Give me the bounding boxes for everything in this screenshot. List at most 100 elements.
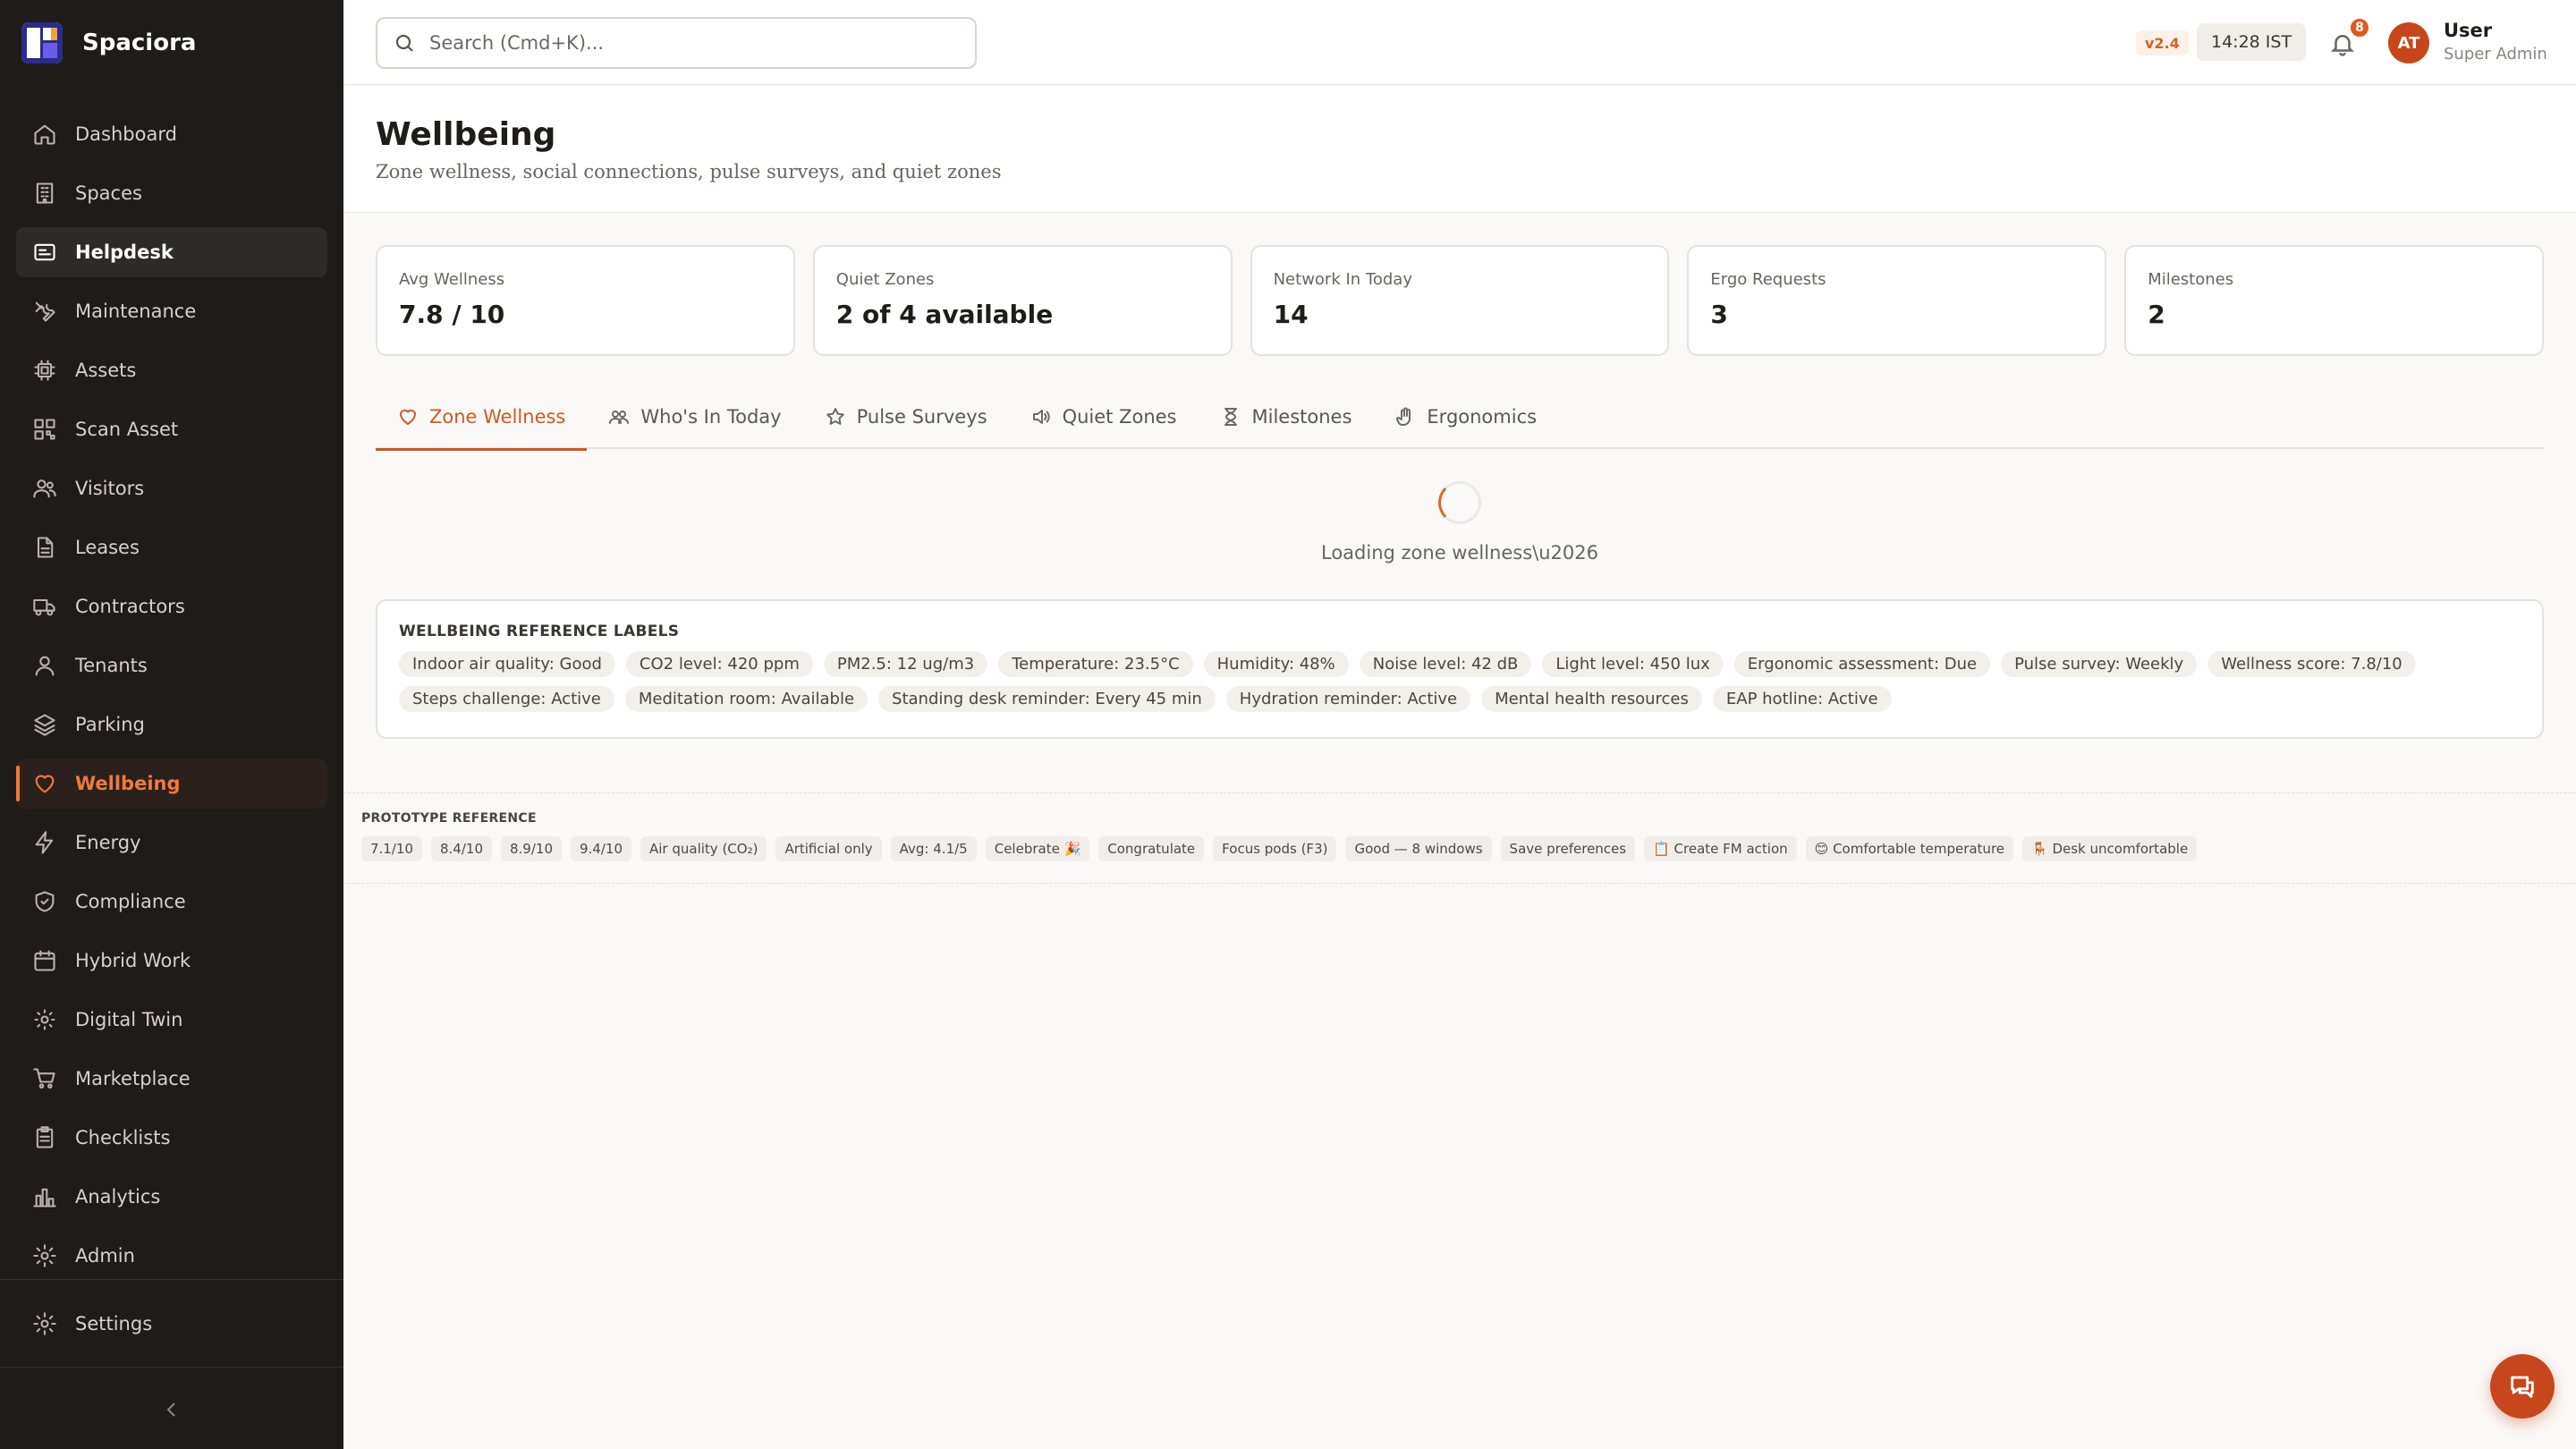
reference-chip: Temperature: 23.5°C [998, 651, 1193, 677]
search-icon [395, 34, 413, 52]
reference-chip: Indoor air quality: Good [399, 651, 615, 677]
brand[interactable]: Spaciora [21, 21, 196, 64]
prototype-chip[interactable]: 😊 Comfortable temperature [1805, 836, 2014, 861]
sidebar-item-digital-twin[interactable]: Digital Twin [16, 995, 327, 1045]
star-icon [826, 408, 844, 425]
user-role: Super Admin [2444, 45, 2547, 64]
prototype-chip[interactable]: Save preferences [1500, 836, 1636, 861]
user-name[interactable]: User [2444, 20, 2492, 41]
sidebar-item-hybrid-work[interactable]: Hybrid Work [16, 936, 327, 986]
sidebar-item-leases[interactable]: Leases [16, 522, 327, 572]
hand-icon [1396, 407, 1411, 426]
tab-ergonomics[interactable]: Ergonomics [1373, 385, 1558, 449]
wrench-icon [35, 301, 55, 322]
sidebar-item-label: Compliance [75, 891, 186, 912]
sidebar-item-checklists[interactable]: Checklists [16, 1113, 327, 1163]
prototype-chip[interactable]: Air quality (CO₂) [640, 836, 767, 861]
building-icon [36, 182, 54, 204]
tab-zone-wellness[interactable]: Zone Wellness [376, 385, 588, 451]
sidebar-item-label: Helpdesk [75, 242, 174, 263]
prototype-chip[interactable]: 9.4/10 [571, 836, 631, 861]
sidebar-item-label: Dashboard [75, 123, 177, 145]
stat-card-network-in-today: Network In Today 14 [1250, 245, 1670, 356]
sidebar-item-dashboard[interactable]: Dashboard [16, 109, 327, 159]
twin-icon [34, 1009, 55, 1030]
stat-label: Quiet Zones [835, 270, 935, 289]
sidebar-item-visitors[interactable]: Visitors [16, 463, 327, 513]
sidebar-item-energy[interactable]: Energy [16, 818, 327, 868]
sidebar-item-contractors[interactable]: Contractors [16, 581, 327, 631]
prototype-chip[interactable]: 8.4/10 [431, 836, 492, 861]
sidebar-item-maintenance[interactable]: Maintenance [16, 286, 327, 336]
chip-icon [34, 360, 55, 381]
reference-chip: Light level: 450 lux [1542, 651, 1724, 677]
home-icon [34, 124, 55, 145]
sidebar: Spaciora Dashboard Spaces Helpdesk Maint… [0, 0, 343, 1449]
prototype-chip[interactable]: 📋 Create FM action [1644, 836, 1797, 861]
sidebar-item-label: Contractors [75, 596, 185, 617]
chat-button[interactable] [2490, 1354, 2555, 1419]
prototype-chip[interactable]: Good — 8 windows [1345, 836, 1492, 861]
sidebar-item-label: Assets [75, 360, 137, 381]
version-badge: v2.4 [2136, 30, 2189, 55]
sidebar-item-admin[interactable]: Admin [16, 1231, 327, 1281]
speaker-icon [1032, 410, 1050, 424]
prototype-chip[interactable]: 7.1/10 [361, 836, 422, 861]
sidebar-item-label: Admin [75, 1245, 135, 1267]
sidebar-item-label: Checklists [75, 1127, 171, 1148]
sidebar-item-settings[interactable]: Settings [16, 1299, 327, 1349]
reference-chip: Hydration reminder: Active [1225, 686, 1471, 712]
notifications-button[interactable]: 8 [2326, 17, 2370, 61]
sidebar-item-spaces[interactable]: Spaces [16, 168, 327, 218]
reference-chip: Meditation room: Available [624, 686, 869, 712]
tab-pulse-surveys[interactable]: Pulse Surveys [803, 385, 1009, 449]
stat-label: Network In Today [1273, 270, 1412, 289]
stat-card-milestones: Milestones 2 [2124, 245, 2544, 356]
app-logo [21, 22, 63, 64]
prototype-chip[interactable]: Avg: 4.1/5 [890, 836, 977, 861]
sidebar-item-scan-asset[interactable]: Scan Asset [16, 404, 327, 454]
sidebar-item-marketplace[interactable]: Marketplace [16, 1054, 327, 1104]
page-title: Wellbeing [376, 116, 556, 153]
notification-count-badge: 8 [2349, 17, 2370, 38]
sidebar-divider [0, 1367, 343, 1368]
tab-label: Pulse Surveys [856, 406, 987, 428]
prototype-chip[interactable]: 🪑 Desk uncomfortable [2022, 836, 2198, 861]
prototype-chip[interactable]: 8.9/10 [501, 836, 562, 861]
checklist-icon [36, 1126, 54, 1148]
sidebar-item-label: Energy [75, 832, 141, 853]
sidebar-item-parking[interactable]: Parking [16, 699, 327, 750]
sidebar-item-label: Parking [75, 714, 145, 735]
sidebar-item-wellbeing[interactable]: Wellbeing [16, 758, 327, 809]
sidebar-item-assets[interactable]: Assets [16, 345, 327, 395]
tab-label: Who's In Today [640, 406, 782, 428]
prototype-chip[interactable]: Focus pods (F3) [1213, 836, 1337, 861]
wellbeing-reference-card: WELLBEING REFERENCE LABELS Indoor air qu… [376, 599, 2544, 739]
loading-text: Loading zone wellness\u2026 [1320, 542, 1598, 564]
stat-value: 2 of 4 available [835, 300, 1054, 329]
sidebar-item-compliance[interactable]: Compliance [16, 877, 327, 927]
search-box[interactable] [376, 17, 977, 69]
loading-spinner [1438, 481, 1481, 524]
sidebar-item-analytics[interactable]: Analytics [16, 1172, 327, 1222]
avatar[interactable]: AT [2388, 22, 2429, 64]
stat-label: Milestones [2148, 270, 2234, 289]
sidebar-item-label: Leases [75, 537, 140, 558]
clock-badge: 14:28 IST [2197, 23, 2307, 61]
reference-chip: Humidity: 48% [1203, 651, 1349, 677]
prototype-chip[interactable]: Artificial only [775, 836, 882, 861]
sidebar-item-label: Wellbeing [75, 773, 181, 794]
reference-title: WELLBEING REFERENCE LABELS [399, 623, 680, 640]
truck-icon [33, 598, 55, 616]
tab-milestones[interactable]: Milestones [1199, 385, 1374, 449]
stat-value: 7.8 / 10 [399, 300, 505, 329]
tab-quiet-zones[interactable]: Quiet Zones [1009, 385, 1199, 449]
sidebar-item-helpdesk[interactable]: Helpdesk [16, 227, 327, 277]
collapse-sidebar-button[interactable] [157, 1395, 186, 1424]
search-input[interactable] [429, 32, 948, 54]
prototype-chip[interactable]: Congratulate [1098, 836, 1205, 861]
prototype-chip[interactable]: Celebrate 🎉 [985, 836, 1090, 861]
reference-chip: PM2.5: 12 ug/m3 [823, 651, 988, 677]
sidebar-item-tenants[interactable]: Tenants [16, 640, 327, 691]
tab-whos-in-today[interactable]: Who's In Today [587, 385, 802, 449]
